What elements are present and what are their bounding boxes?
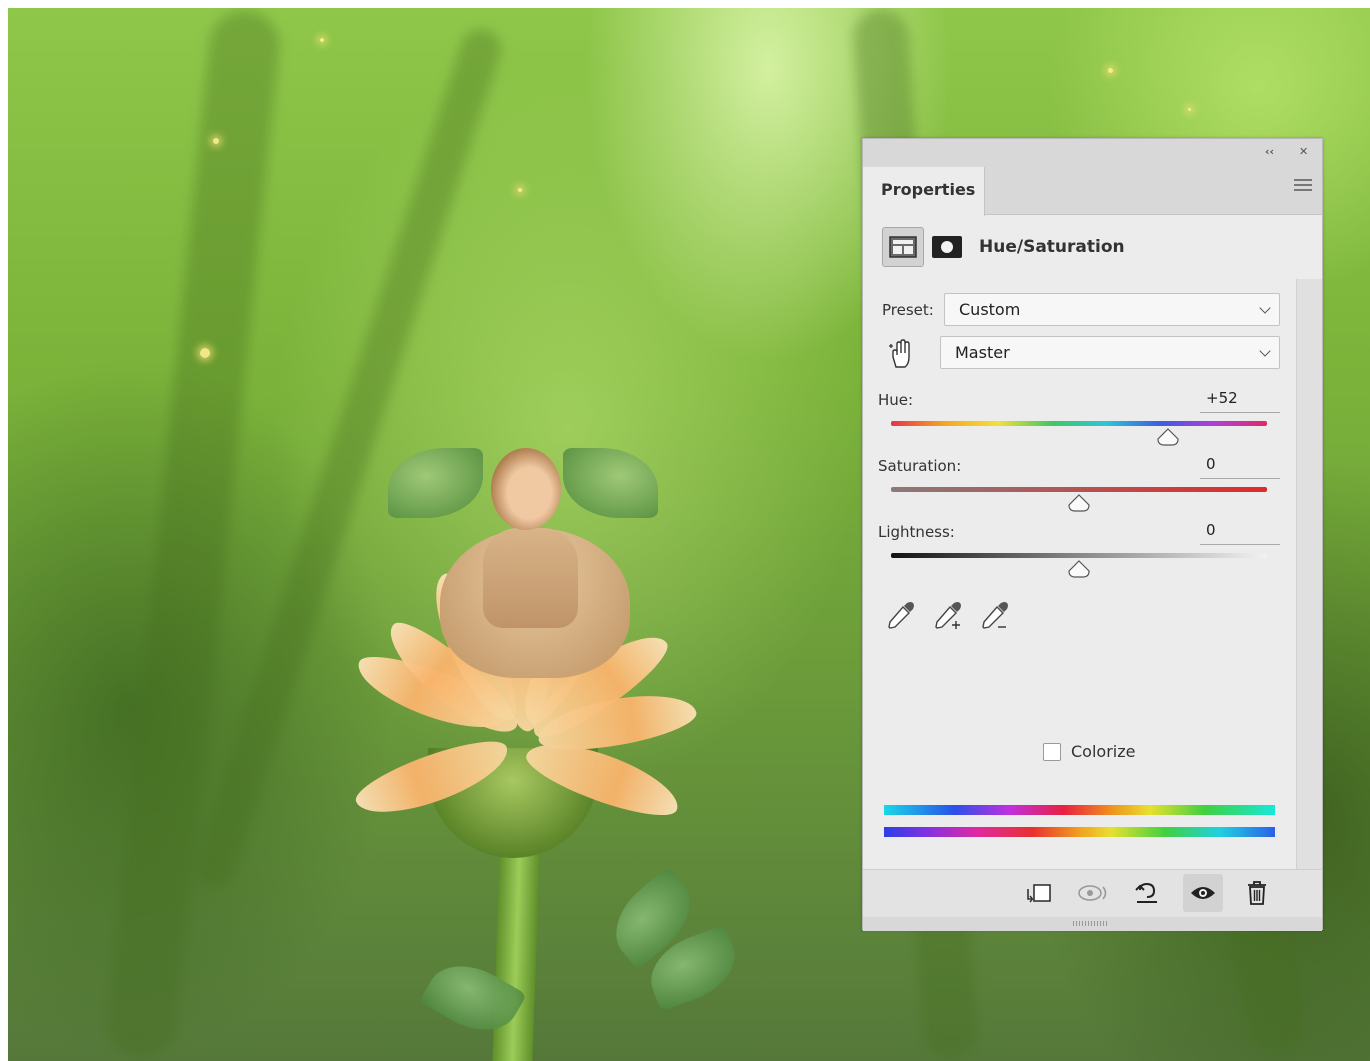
eyedropper-minus-icon[interactable] [977,597,1013,633]
layer-mask-icon[interactable] [930,227,964,267]
chevron-down-icon [1259,345,1271,357]
preset-label: Preset: [882,301,934,319]
view-previous-state-icon[interactable] [1073,874,1113,912]
fairy-torso [483,528,578,628]
adjustment-title: Hue/Saturation [979,237,1125,257]
eyedropper-plus-icon[interactable] [930,597,966,633]
hue-slider-track[interactable] [891,421,1267,426]
hue-value-input[interactable]: +52 [1200,385,1280,413]
chevron-down-icon [1259,302,1271,314]
fairy-wing [563,448,658,518]
preset-value: Custom [959,300,1021,319]
panel-resize-grip[interactable] [1073,921,1109,926]
fairy-head [491,448,561,530]
trash-icon[interactable] [1237,874,1277,912]
panel-scrollbar[interactable] [1296,279,1322,869]
reset-icon[interactable] [1127,874,1167,912]
lightness-value-input[interactable]: 0 [1200,517,1280,545]
saturation-value-input[interactable]: 0 [1200,451,1280,479]
firefly [213,138,219,144]
clip-to-layer-icon[interactable] [1017,874,1057,912]
collapse-panel-button[interactable]: ‹‹ [1265,145,1274,158]
close-panel-button[interactable]: ✕ [1299,145,1308,158]
firefly [320,38,324,42]
panel-title-bar: ‹‹ ✕ [863,139,1322,165]
colorize-label: Colorize [1071,742,1136,761]
lightness-slider-thumb[interactable] [1067,559,1091,579]
lightness-label: Lightness: [878,523,955,541]
visibility-eye-icon[interactable] [1183,874,1223,912]
firefly [518,188,522,192]
lightness-slider-track[interactable] [891,553,1267,558]
channel-dropdown[interactable]: Master [940,336,1280,369]
saturation-slider-thumb[interactable] [1067,493,1091,513]
output-color-spectrum [884,827,1275,837]
eyedropper-icon[interactable] [883,597,919,633]
panel-menu-icon[interactable] [1294,179,1312,197]
channel-value: Master [955,343,1010,362]
targeted-adjustment-hand-icon[interactable] [885,337,919,371]
panel-footer [863,869,1322,917]
firefly [200,348,210,358]
hue-label: Hue: [878,391,914,409]
properties-panel: ‹‹ ✕ Properties Hue/Saturation Preset: C… [862,138,1323,931]
input-color-spectrum [884,805,1275,815]
hue-slider-thumb[interactable] [1156,427,1180,447]
tab-properties[interactable]: Properties [863,167,985,216]
saturation-slider-track[interactable] [891,487,1267,492]
firefly [1188,108,1191,111]
background-tree [103,8,283,1061]
saturation-label: Saturation: [878,457,962,475]
panel-tab-bar: Properties [863,165,1322,216]
hue-saturation-icon[interactable] [882,227,924,267]
fairy-wing [388,448,483,518]
adjustment-controls: Preset: Custom Master Hue: +52 Saturatio… [863,279,1293,869]
colorize-checkbox[interactable] [1043,743,1061,761]
preset-dropdown[interactable]: Custom [944,293,1280,326]
firefly [1108,68,1113,73]
